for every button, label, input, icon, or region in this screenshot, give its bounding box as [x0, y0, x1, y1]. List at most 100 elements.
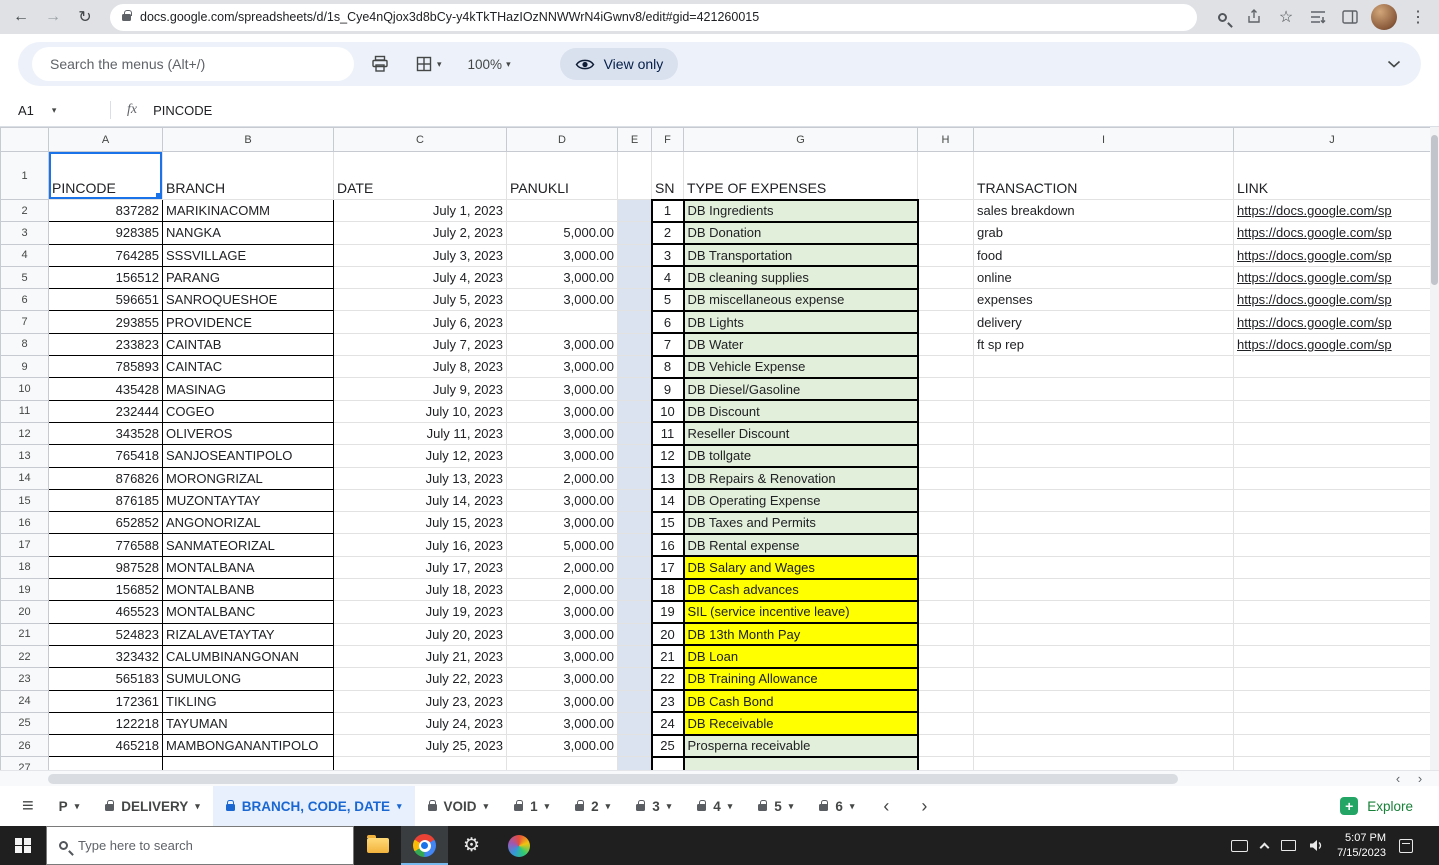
cell-spacer[interactable] [617, 667, 652, 691]
cell-panukli[interactable] [506, 198, 618, 223]
cell-spacer[interactable] [617, 711, 652, 736]
cell-spacer[interactable] [617, 466, 652, 490]
cell-transaction[interactable] [973, 578, 1234, 602]
cell-panukli[interactable]: 3,000.00 [506, 265, 618, 290]
name-box[interactable]: A1 ▾ [0, 103, 110, 118]
cell-sn[interactable]: 25 [650, 733, 685, 758]
cell-spacer[interactable] [617, 355, 652, 379]
cell-spacer[interactable] [617, 399, 652, 423]
cell-link[interactable] [1233, 511, 1430, 535]
row-header[interactable]: 23 [0, 667, 49, 691]
cell-panukli[interactable]: 5,000.00 [506, 533, 618, 557]
cell-spacer[interactable] [617, 555, 652, 580]
cell-sn[interactable] [650, 755, 685, 770]
cell-H1[interactable] [917, 151, 974, 200]
cell-h[interactable] [917, 310, 974, 334]
cell-sn[interactable]: 7 [650, 332, 685, 357]
cell-link[interactable] [1233, 444, 1430, 468]
cell-branch[interactable] [162, 756, 334, 770]
cell-sn[interactable]: 9 [650, 376, 685, 402]
cell-h[interactable] [917, 355, 974, 379]
cell-date[interactable]: July 6, 2023 [333, 310, 507, 334]
cell-date[interactable]: July 24, 2023 [333, 711, 507, 736]
cell-branch[interactable]: CAINTAC [162, 355, 334, 379]
row-header[interactable]: 11 [0, 399, 49, 423]
cell-pincode[interactable]: 764285 [48, 243, 163, 267]
cell-B1[interactable]: BRANCH [162, 151, 334, 200]
cell-link[interactable]: https://docs.google.com/sp [1233, 221, 1430, 245]
cell-link[interactable]: https://docs.google.com/sp [1233, 243, 1430, 267]
cell-pincode[interactable]: 323432 [48, 644, 163, 669]
cell-sn[interactable]: 21 [650, 644, 685, 669]
cell-link[interactable] [1233, 555, 1430, 580]
cell-spacer[interactable] [617, 198, 652, 223]
row-header[interactable]: 7 [0, 310, 49, 334]
cell-pincode[interactable]: 156852 [48, 578, 163, 602]
horizontal-scrollbar[interactable]: ‹ › [0, 770, 1439, 786]
cell-branch[interactable]: MUZONTAYTAY [162, 488, 334, 513]
cell-date[interactable]: July 20, 2023 [333, 622, 507, 646]
taskbar-clock[interactable]: 5:07 PM 7/15/2023 [1337, 831, 1386, 861]
cell-branch[interactable]: CALUMBINANGONAN [162, 644, 334, 669]
all-sheets-icon[interactable]: ≡ [22, 795, 34, 818]
cell-expense[interactable]: DB 13th Month Pay [682, 622, 919, 647]
cell-h[interactable] [917, 288, 974, 312]
cell-pincode[interactable]: 987528 [48, 555, 163, 580]
cell-D1[interactable]: PANUKLI [506, 151, 618, 200]
cell-expense[interactable]: DB Transportation [682, 243, 919, 268]
row-header[interactable]: 16 [0, 511, 49, 535]
cell-panukli[interactable] [506, 310, 618, 334]
cell-link[interactable] [1233, 466, 1430, 490]
row-header[interactable]: 13 [0, 444, 49, 468]
sheet-tab-2[interactable]: 2 ▾ [562, 786, 623, 826]
cell-link[interactable]: https://docs.google.com/sp [1233, 288, 1430, 312]
start-button[interactable] [0, 826, 46, 865]
cell-branch[interactable]: MORONGRIZAL [162, 466, 334, 490]
cell-branch[interactable]: SANROQUESHOE [162, 288, 334, 312]
row-header[interactable]: 26 [0, 734, 49, 758]
cell-expense[interactable]: DB Repairs & Renovation [682, 466, 919, 491]
row-header[interactable]: 8 [0, 332, 49, 357]
cell-G1[interactable]: TYPE OF EXPENSES [683, 151, 918, 200]
cell-pincode[interactable]: 172361 [48, 689, 163, 713]
row-header[interactable]: 6 [0, 288, 49, 312]
cell-spacer[interactable] [617, 265, 652, 290]
cell-date[interactable] [333, 756, 507, 770]
cell-spacer[interactable] [617, 622, 652, 646]
row-header[interactable]: 27 [0, 756, 49, 770]
column-header-f[interactable]: F [651, 127, 684, 152]
cell-branch[interactable]: MARIKINACOMM [162, 198, 334, 223]
cell-F1[interactable]: SN [651, 151, 684, 200]
scroll-right-icon[interactable]: › [1411, 771, 1429, 786]
row-header[interactable]: 14 [0, 466, 49, 490]
cell-link[interactable]: https://docs.google.com/sp [1233, 332, 1430, 357]
cell-J1[interactable]: LINK [1233, 151, 1430, 200]
cell-pincode[interactable]: 596651 [48, 288, 163, 312]
back-icon[interactable]: ← [6, 2, 36, 32]
cell-C1[interactable]: DATE [333, 151, 507, 200]
cell-transaction[interactable] [973, 488, 1234, 513]
cell-link[interactable] [1233, 533, 1430, 557]
touch-keyboard-icon[interactable] [1231, 839, 1249, 852]
network-icon[interactable] [1281, 840, 1297, 851]
cell-date[interactable]: July 13, 2023 [333, 466, 507, 490]
cell-link[interactable] [1233, 377, 1430, 401]
borders-grid-button[interactable]: ▾ [406, 48, 451, 80]
cell-panukli[interactable]: 3,000.00 [506, 644, 618, 669]
cell-pincode[interactable]: 876826 [48, 466, 163, 490]
cell-panukli[interactable]: 3,000.00 [506, 488, 618, 513]
cell-date[interactable]: July 22, 2023 [333, 667, 507, 691]
reading-list-icon[interactable] [1303, 2, 1333, 32]
cell-sn[interactable]: 12 [650, 443, 685, 469]
row-header[interactable]: 10 [0, 377, 49, 401]
cell-date[interactable]: July 23, 2023 [333, 689, 507, 713]
cell-spacer[interactable] [617, 444, 652, 468]
cell-transaction[interactable]: grab [973, 221, 1234, 245]
cell-transaction[interactable]: food [973, 243, 1234, 267]
cell-transaction[interactable] [973, 756, 1234, 770]
cell-transaction[interactable] [973, 644, 1234, 669]
cell-expense[interactable]: DB Training Allowance [682, 666, 919, 692]
cell-link[interactable] [1233, 622, 1430, 646]
cell-date[interactable]: July 12, 2023 [333, 444, 507, 468]
cell-panukli[interactable]: 3,000.00 [506, 689, 618, 713]
